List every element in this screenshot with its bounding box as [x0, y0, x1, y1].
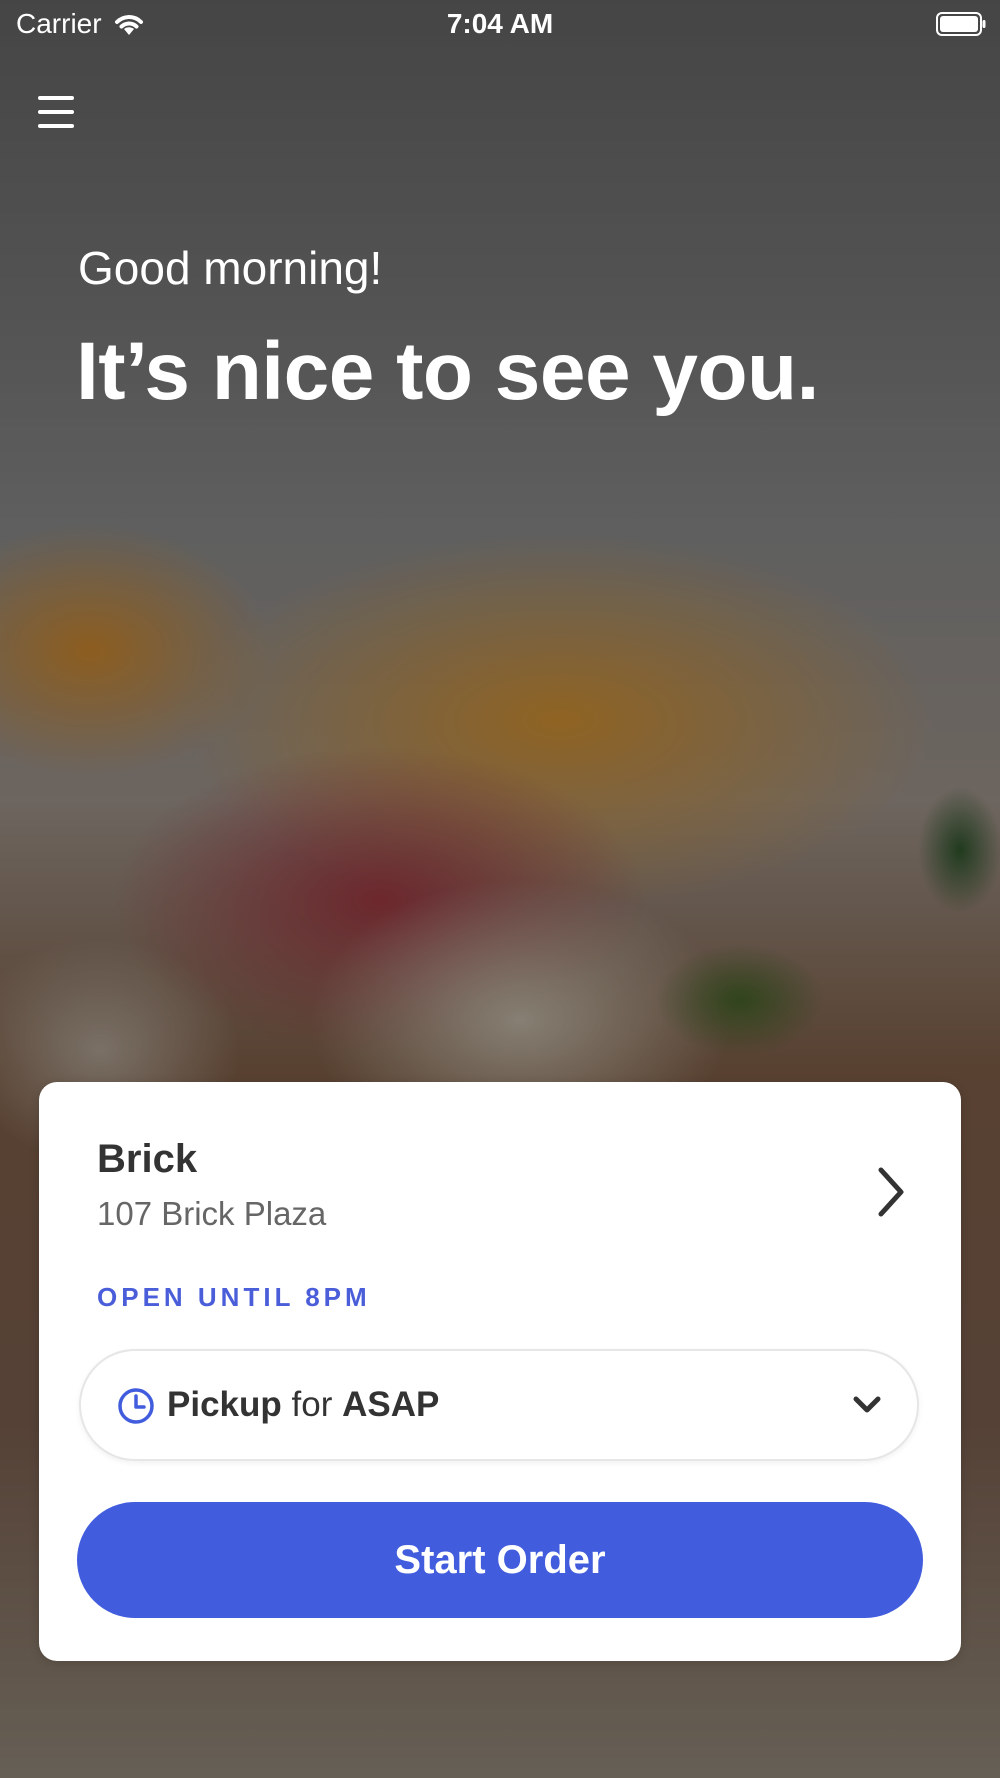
order-mode-label: Pickup for ASAP [167, 1385, 439, 1425]
clock-icon [118, 1388, 154, 1424]
store-selector[interactable]: Brick 107 Brick Plaza [39, 1082, 961, 1272]
start-order-button[interactable]: Start Order [77, 1502, 923, 1618]
store-name: Brick [97, 1137, 198, 1181]
store-address: 107 Brick Plaza [97, 1195, 327, 1232]
order-type: Pickup [167, 1385, 282, 1424]
store-card: Brick 107 Brick Plaza OPEN UNTIL 8PM Pic… [39, 1082, 961, 1661]
chevron-right-icon [878, 1167, 904, 1217]
chevron-down-icon [853, 1396, 881, 1413]
store-hours-badge: OPEN UNTIL 8PM [97, 1282, 371, 1312]
battery-icon [936, 12, 986, 36]
status-time: 7:04 AM [446, 8, 554, 39]
order-mode-dropdown[interactable]: Pickup for ASAP [79, 1349, 919, 1461]
welcome-headline: It’s nice to see you. [76, 326, 819, 417]
order-connector: for [291, 1385, 333, 1424]
hamburger-menu-icon[interactable] [34, 92, 78, 132]
greeting-text: Good morning! [78, 242, 383, 294]
status-bar: Carrier 7:04 AM [0, 0, 1000, 50]
home-screen: Carrier 7:04 AM Good morning! It’s nice … [0, 0, 1000, 1778]
order-time: ASAP [342, 1385, 440, 1424]
